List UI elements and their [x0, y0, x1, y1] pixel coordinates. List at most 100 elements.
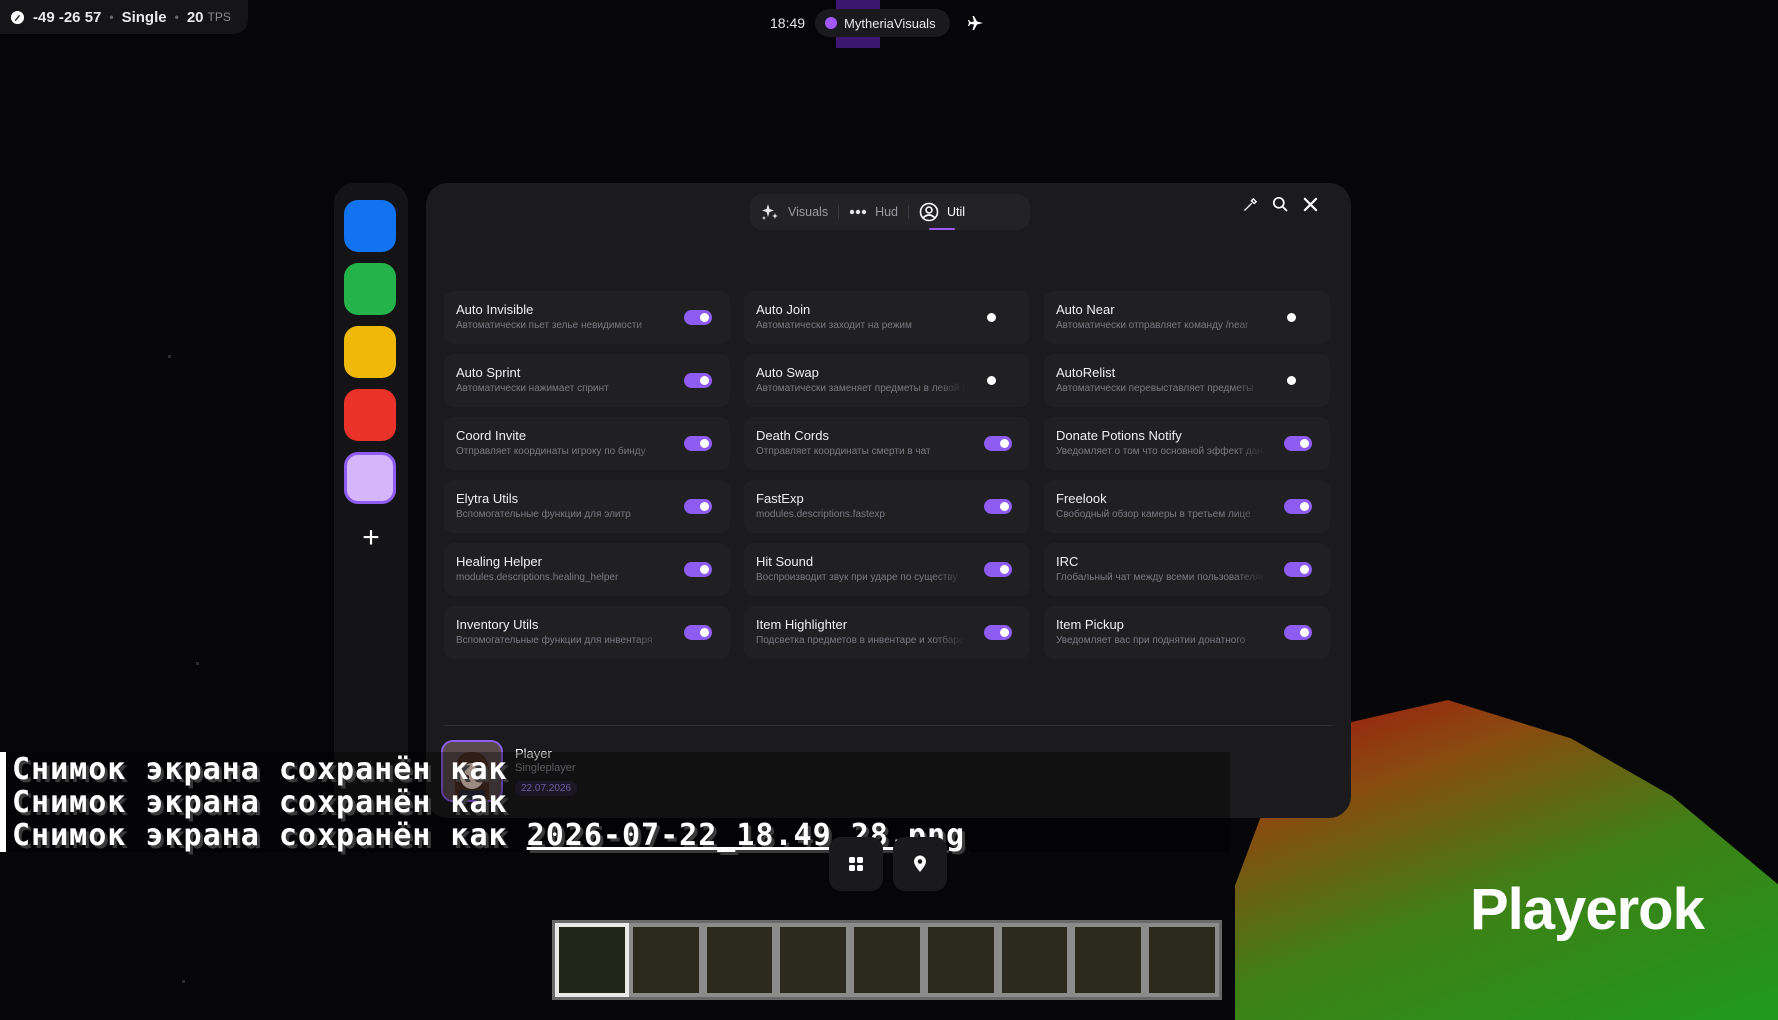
add-theme-button[interactable]: +	[334, 523, 408, 553]
theme-swatch-lavender[interactable]	[344, 452, 396, 504]
module-card[interactable]: AutoRelist Автоматически перевыставляет п…	[1044, 354, 1330, 407]
module-card[interactable]: Hit Sound Воспроизводит звук при ударе по…	[744, 543, 1030, 596]
tab-visuals[interactable]: Visuals	[750, 194, 838, 230]
search-icon[interactable]	[1271, 195, 1289, 213]
hotbar-slot[interactable]	[702, 923, 777, 997]
pipette-icon[interactable]	[1241, 195, 1259, 213]
module-toggle[interactable]	[984, 373, 1012, 388]
airplane-icon	[967, 15, 984, 31]
user-circle-icon	[919, 202, 939, 222]
module-description: modules.descriptions.fastexp	[756, 509, 885, 520]
module-toggle[interactable]	[984, 499, 1012, 514]
header-actions	[1241, 195, 1319, 213]
module-toggle[interactable]	[684, 436, 712, 451]
module-card[interactable]: Auto Swap Автоматически заменяет предметы…	[744, 354, 1030, 407]
module-name: AutoRelist	[1056, 365, 1116, 380]
module-description: Автоматически заходит на режим	[756, 320, 912, 331]
module-toggle[interactable]	[1284, 373, 1312, 388]
chat-line: Снимок экрана сохранён как	[12, 785, 508, 820]
hotbar-slot[interactable]	[628, 923, 703, 997]
module-name: FastExp	[756, 491, 804, 506]
module-description: Вспомогательные функции для инвентаря	[456, 635, 653, 646]
module-name: Auto Sprint	[456, 365, 521, 380]
hotbar-slot[interactable]	[923, 923, 998, 997]
module-description: Свободный обзор камеры в третьем лице	[1056, 509, 1251, 520]
module-toggle[interactable]	[684, 562, 712, 577]
mode-text: Single	[121, 8, 167, 26]
module-description: Отправляет координаты игроку по бинду	[456, 446, 646, 457]
hotbar-slot[interactable]	[555, 923, 629, 997]
hotbar-slot[interactable]	[850, 923, 924, 997]
module-toggle[interactable]	[684, 625, 712, 640]
layout-button[interactable]	[829, 837, 883, 891]
module-toggle[interactable]	[684, 310, 712, 325]
module-description: Уведомляет о том что основной эффект дан…	[1056, 446, 1266, 457]
module-toggle[interactable]	[984, 436, 1012, 451]
top-hud: 18:49 MytheriaVisuals	[770, 8, 984, 38]
world-speck	[196, 662, 199, 665]
module-toggle[interactable]	[1284, 562, 1312, 577]
module-description: Автоматически перевыставляет предметы	[1056, 383, 1254, 394]
module-card[interactable]: Healing Helper modules.descriptions.heali…	[444, 543, 730, 596]
module-card[interactable]: Donate Potions Notify Уведомляет о том чт…	[1044, 417, 1330, 470]
module-toggle[interactable]	[1284, 625, 1312, 640]
module-toggle[interactable]	[684, 373, 712, 388]
theme-swatch-yellow[interactable]	[344, 326, 396, 378]
brand-name: MytheriaVisuals	[844, 15, 936, 31]
module-toggle[interactable]	[984, 310, 1012, 325]
module-toggle[interactable]	[684, 499, 712, 514]
module-toggle[interactable]	[984, 625, 1012, 640]
module-card[interactable]: Item Highlighter Подсветка предметов в ин…	[744, 606, 1030, 659]
theme-swatch-blue[interactable]	[344, 200, 396, 252]
waypoint-button[interactable]	[893, 837, 947, 891]
module-card[interactable]: IRC Глобальный чат между всеми пользовате…	[1044, 543, 1330, 596]
coords-hud: -49 -26 57 • Single • 20 TPS	[0, 0, 248, 34]
hotbar-slot[interactable]	[997, 923, 1072, 997]
module-toggle[interactable]	[1284, 436, 1312, 451]
grid-icon	[848, 856, 864, 872]
module-card[interactable]: Coord Invite Отправляет координаты игроку…	[444, 417, 730, 470]
module-name: Death Cords	[756, 428, 829, 443]
tab-util[interactable]: Util	[909, 194, 975, 230]
module-card[interactable]: Death Cords Отправляет координаты смерти …	[744, 417, 1030, 470]
module-card[interactable]: Freelook Свободный обзор камеры в третьем…	[1044, 480, 1330, 533]
chat-line: Снимок экрана сохранён как 2026-07-22_18…	[12, 818, 965, 853]
module-description: modules.descriptions.healing_helper	[456, 572, 619, 583]
modules-panel: Visuals Hud Util Auto Invisible Автоматич…	[426, 183, 1351, 818]
module-name: Auto Join	[756, 302, 811, 317]
module-name: Item Pickup	[1056, 617, 1124, 632]
close-icon[interactable]	[1301, 195, 1319, 213]
separator-dot: •	[174, 10, 179, 24]
tab-label: Hud	[875, 205, 899, 219]
module-name: Inventory Utils	[456, 617, 539, 632]
module-description: Автоматически заменяет предметы в левой …	[756, 383, 966, 394]
module-card[interactable]: Auto Near Автоматически отправляет команд…	[1044, 291, 1330, 344]
sparkles-icon	[760, 202, 780, 222]
theme-sidebar: +	[334, 183, 408, 813]
hotbar-slot[interactable]	[1071, 923, 1146, 997]
module-toggle[interactable]	[1284, 499, 1312, 514]
hotbar-slot[interactable]	[1145, 923, 1220, 997]
theme-swatch-green[interactable]	[344, 263, 396, 315]
hotbar	[552, 920, 1222, 1000]
panel-divider	[444, 725, 1333, 726]
module-card[interactable]: Auto Join Автоматически заходит на режим	[744, 291, 1030, 344]
module-card[interactable]: FastExp modules.descriptions.fastexp	[744, 480, 1030, 533]
map-pin-icon	[912, 855, 928, 873]
module-card[interactable]: Auto Invisible Автоматически пьет зелье н…	[444, 291, 730, 344]
module-name: Item Highlighter	[756, 617, 848, 632]
module-card[interactable]: Elytra Utils Вспомогательные функции для …	[444, 480, 730, 533]
theme-swatch-red[interactable]	[344, 389, 396, 441]
module-name: Auto Invisible	[456, 302, 534, 317]
module-card[interactable]: Item Pickup Уведомляет вас при поднятии д…	[1044, 606, 1330, 659]
module-toggle[interactable]	[984, 562, 1012, 577]
tab-hud[interactable]: Hud	[839, 194, 908, 230]
hotbar-slot[interactable]	[776, 923, 851, 997]
module-name: Freelook	[1056, 491, 1107, 506]
module-name: Auto Near	[1056, 302, 1115, 317]
module-card[interactable]: Inventory Utils Вспомогательные функции д…	[444, 606, 730, 659]
module-card[interactable]: Auto Sprint Автоматически нажимает спринт	[444, 354, 730, 407]
module-toggle[interactable]	[1284, 310, 1312, 325]
module-description: Автоматически отправляет команду /near	[1056, 320, 1249, 331]
module-name: Auto Swap	[756, 365, 819, 380]
